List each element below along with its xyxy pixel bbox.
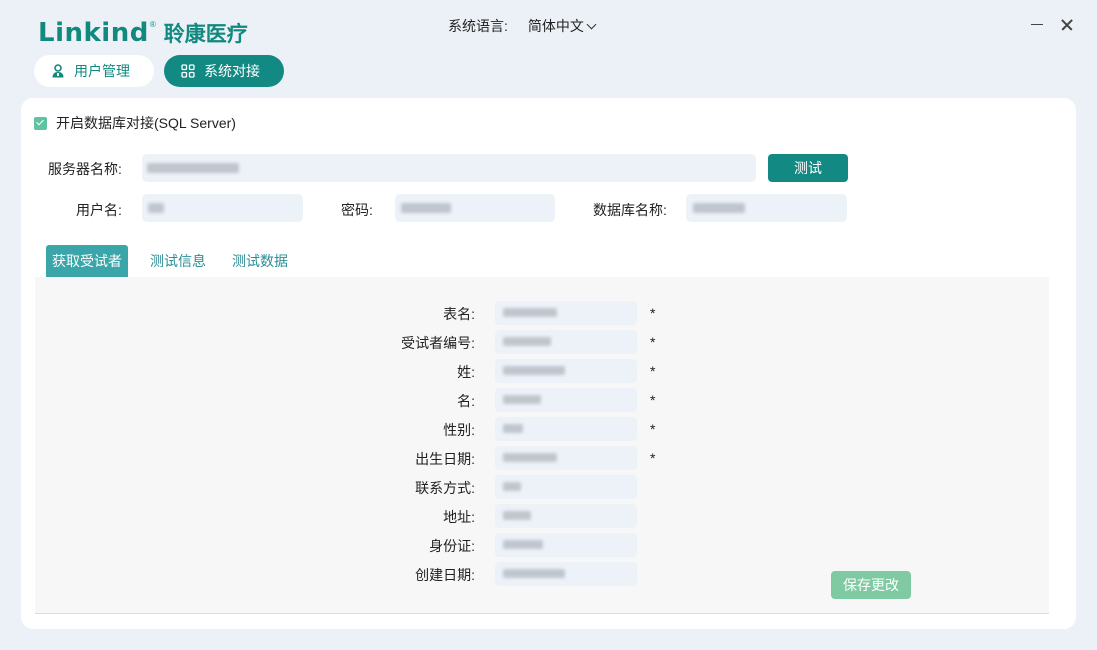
- server-name-input[interactable]: [142, 154, 756, 182]
- field-input[interactable]: [495, 446, 637, 470]
- required-mark: *: [650, 305, 656, 321]
- tab-test-data[interactable]: 测试数据: [226, 245, 294, 277]
- user-icon: [52, 64, 64, 78]
- logo-text-en: Linkind: [38, 18, 149, 48]
- server-name-label: 服务器名称:: [48, 161, 122, 177]
- username-label: 用户名:: [76, 202, 122, 218]
- tab-system-integration-label: 系统对接: [204, 63, 260, 79]
- tab-get-subjects[interactable]: 获取受试者: [46, 245, 128, 277]
- language-label: 系统语言:: [448, 18, 508, 34]
- field-input[interactable]: [495, 301, 637, 325]
- window-controls: [1029, 16, 1075, 32]
- field-mapping-panel: 表名: * 受试者编号: * 姓: * 名: * 性别: * 出生日期: * 联…: [35, 277, 1049, 614]
- close-icon[interactable]: [1059, 16, 1075, 32]
- language-selector: 系统语言: 简体中文: [448, 16, 597, 36]
- tab-system-integration[interactable]: 系统对接: [164, 55, 284, 87]
- field-input[interactable]: [495, 359, 637, 383]
- field-input[interactable]: [495, 475, 637, 499]
- required-mark: *: [650, 421, 656, 437]
- app-logo: Linkind ® 聆康医疗: [38, 18, 248, 48]
- field-label: 身份证:: [429, 538, 475, 554]
- field-label: 表名:: [443, 306, 475, 322]
- field-input[interactable]: [495, 504, 637, 528]
- field-input[interactable]: [495, 330, 637, 354]
- field-label: 地址:: [443, 509, 475, 525]
- logo-text-cn: 聆康医疗: [163, 23, 248, 46]
- field-label: 受试者编号:: [401, 335, 475, 351]
- test-connection-button[interactable]: 测试: [768, 154, 848, 182]
- minimize-icon[interactable]: [1029, 16, 1045, 32]
- field-label: 创建日期:: [415, 567, 475, 583]
- field-label: 出生日期:: [415, 451, 475, 467]
- database-name-input[interactable]: [686, 194, 847, 222]
- field-input[interactable]: [495, 417, 637, 441]
- required-mark: *: [650, 363, 656, 379]
- main-nav: 用户管理 系统对接: [34, 55, 284, 87]
- tab-test-info[interactable]: 测试信息: [144, 245, 212, 277]
- language-dropdown[interactable]: 简体中文: [527, 16, 597, 36]
- field-input[interactable]: [495, 562, 637, 586]
- tab-user-management[interactable]: 用户管理: [34, 55, 154, 87]
- required-mark: *: [650, 392, 656, 408]
- password-input[interactable]: [395, 194, 555, 222]
- enable-db-row: 开启数据库对接(SQL Server): [34, 113, 236, 133]
- required-mark: *: [650, 334, 656, 350]
- tab-user-management-label: 用户管理: [74, 63, 130, 79]
- field-label: 性别:: [443, 422, 475, 438]
- field-input[interactable]: [495, 533, 637, 557]
- field-label: 姓:: [457, 364, 475, 380]
- database-name-label: 数据库名称:: [593, 202, 667, 218]
- enable-db-checkbox[interactable]: [34, 116, 47, 130]
- enable-db-label: 开启数据库对接(SQL Server): [56, 115, 236, 131]
- grid-icon: [181, 64, 195, 78]
- logo-registered-mark: ®: [149, 20, 156, 29]
- integration-card: 开启数据库对接(SQL Server) 服务器名称: 测试 用户名: 密码: 数…: [21, 98, 1076, 629]
- password-label: 密码:: [341, 202, 373, 218]
- field-label: 联系方式:: [415, 480, 475, 496]
- sub-tabs: 获取受试者 测试信息 测试数据: [46, 245, 304, 277]
- required-mark: *: [650, 450, 656, 466]
- save-changes-button[interactable]: 保存更改: [831, 571, 911, 599]
- chevron-down-icon: [586, 19, 597, 29]
- field-input[interactable]: [495, 388, 637, 412]
- username-input[interactable]: [142, 194, 303, 222]
- field-label: 名:: [457, 393, 475, 409]
- language-value: 简体中文: [527, 18, 584, 34]
